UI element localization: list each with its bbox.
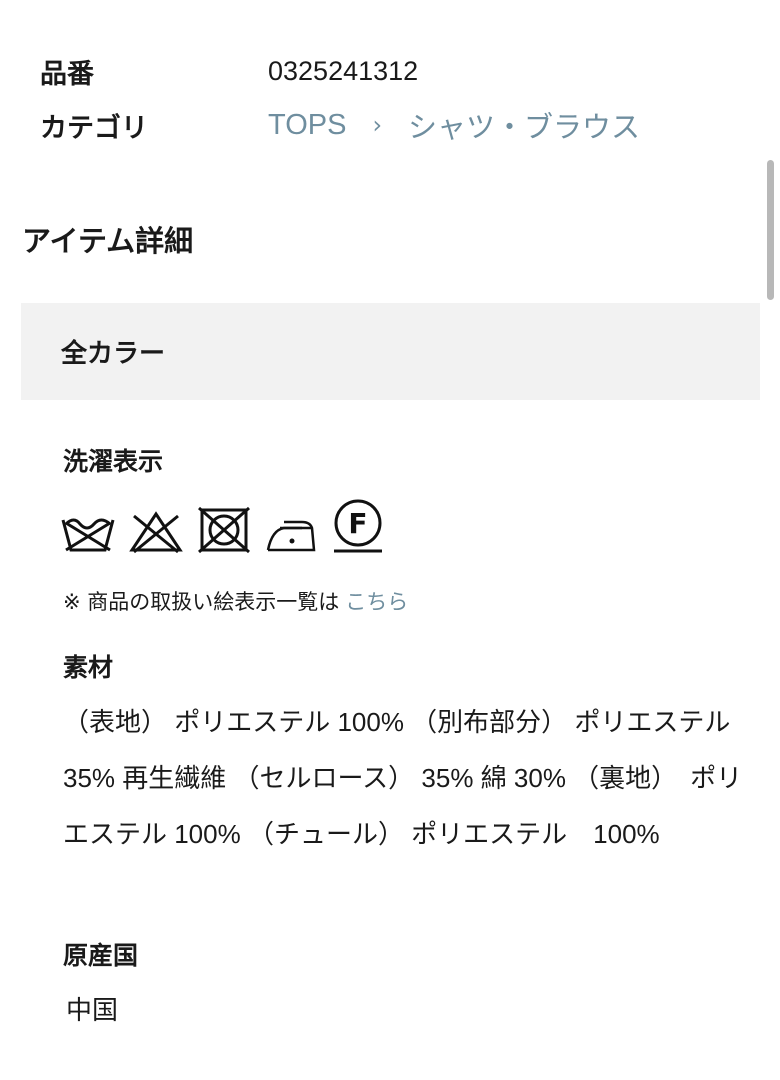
- breadcrumb-tops-link[interactable]: TOPS: [268, 109, 346, 142]
- product-code-label: 品番: [40, 59, 94, 90]
- care-note-text: ※ 商品の取扱い絵表示一覧は: [63, 590, 340, 614]
- care-icons: F: [60, 498, 386, 554]
- product-code-value: 0325241312: [268, 56, 419, 86]
- breadcrumb: TOPS › シャツ・ブラウス: [268, 104, 640, 146]
- material-title: 素材: [63, 653, 114, 682]
- category-label: カテゴリ: [40, 112, 148, 144]
- care-label-title: 洗濯表示: [63, 447, 164, 476]
- scrollbar[interactable]: [767, 160, 774, 300]
- product-detail-page: 品番 0325241312 カテゴリ TOPS › シャツ・ブラウス アイテム詳…: [0, 0, 780, 1080]
- origin-title: 原産国: [63, 941, 139, 970]
- breadcrumb-shirts-link[interactable]: シャツ・ブラウス: [408, 104, 640, 146]
- origin-value: 中国: [66, 996, 119, 1026]
- chevron-right-icon: ›: [372, 111, 383, 139]
- product-code-row: 品番 0325241312: [40, 52, 418, 91]
- hand-wash-icon: [61, 518, 115, 552]
- item-details-title: アイテム詳細: [22, 224, 194, 258]
- low-iron-icon: [266, 520, 316, 552]
- no-tumble-dry-icon: [198, 506, 250, 554]
- svg-text:F: F: [348, 507, 367, 540]
- no-bleach-icon: [129, 511, 183, 554]
- category-row: カテゴリ TOPS › シャツ・ブラウス: [40, 104, 640, 146]
- care-guide-link[interactable]: こちら: [345, 590, 408, 614]
- material-text: （表地） ポリエステル 100% （別布部分） ポリエステル 35% 再生繊維 …: [63, 707, 757, 849]
- all-colors-panel[interactable]: 全カラー: [21, 303, 760, 400]
- dry-clean-f-icon: F: [334, 499, 382, 553]
- care-note: ※ 商品の取扱い絵表示一覧は こちら: [63, 586, 408, 616]
- all-colors-label: 全カラー: [61, 339, 166, 369]
